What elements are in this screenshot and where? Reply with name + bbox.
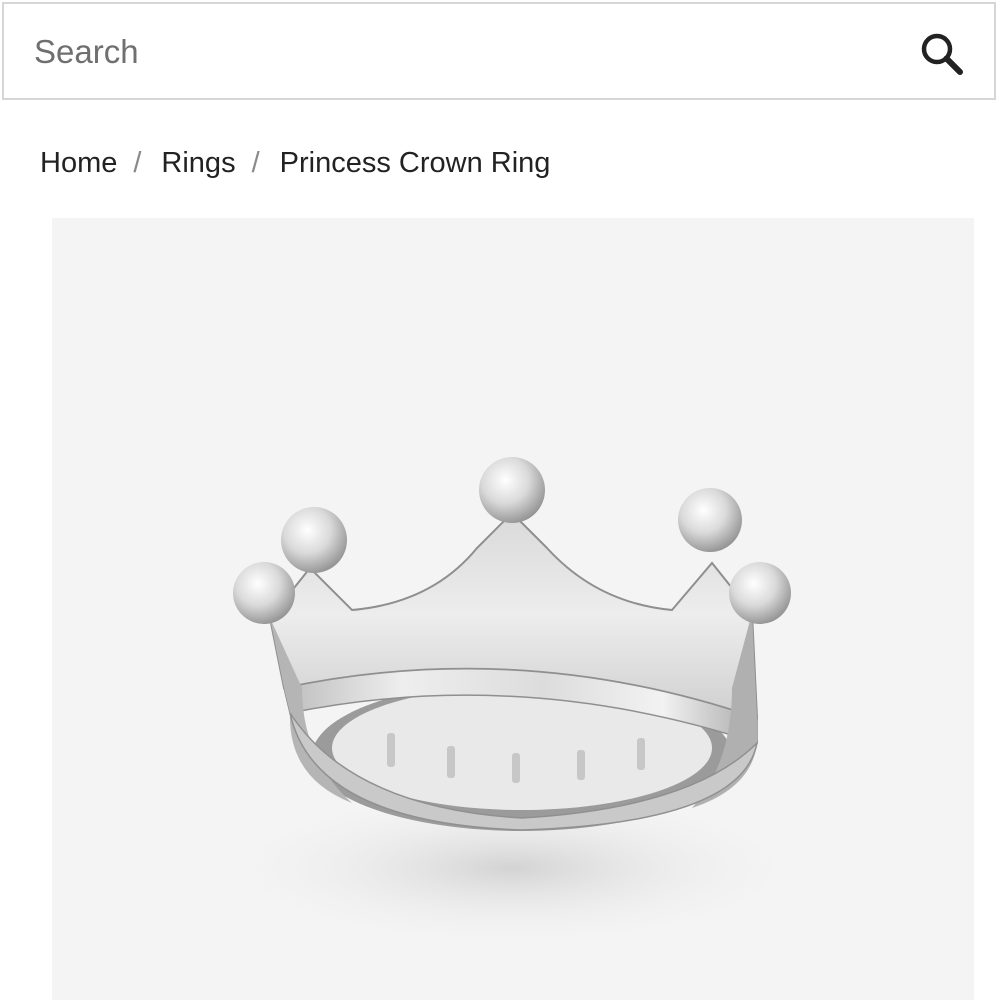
search-bar: [2, 2, 996, 100]
product-image[interactable]: [52, 218, 974, 1000]
search-input[interactable]: [34, 24, 874, 80]
breadcrumb-current-page: Princess Crown Ring: [279, 146, 551, 179]
breadcrumb: Home / Rings / Princess Crown Ring: [40, 140, 550, 186]
crown-ring-image: [212, 457, 812, 948]
breadcrumb-separator: /: [133, 146, 142, 179]
breadcrumb-separator: /: [251, 146, 260, 179]
breadcrumb-home-link[interactable]: Home: [40, 147, 117, 180]
breadcrumb-rings-link[interactable]: Rings: [161, 147, 235, 180]
search-button[interactable]: [918, 30, 966, 78]
search-icon: [921, 33, 963, 75]
